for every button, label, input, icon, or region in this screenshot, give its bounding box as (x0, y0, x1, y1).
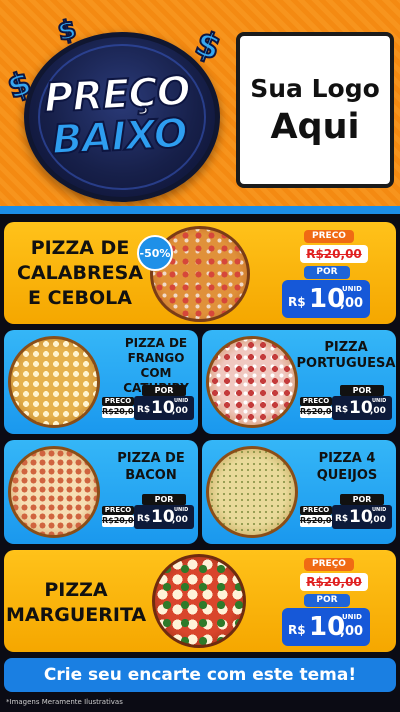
currency-label: R$ (335, 514, 349, 524)
old-price: R$20,00 (300, 515, 338, 527)
price-cents: ,00 (172, 406, 188, 416)
price-box: R$ 10 ,00 UNID (282, 608, 370, 646)
old-price: R$20,00 (300, 245, 368, 263)
title-line: PIZZA 4 (318, 451, 376, 466)
title-line: PIZZA DE (117, 451, 185, 466)
logo-placeholder[interactable]: Sua Logo Aqui (236, 32, 394, 188)
preco-label: PRECO (102, 506, 134, 515)
currency-label: R$ (137, 514, 151, 524)
preco-label: PRECO (300, 506, 332, 515)
product-title-calabresa: PIZZA DE CALABRESA E CEBOLA (10, 236, 150, 311)
unit-label: UNID (372, 507, 387, 513)
dollar-sign-icon: $ (2, 62, 37, 107)
unit-label: UNID (174, 398, 189, 404)
preco-label: PREÇO (304, 558, 354, 571)
old-price: R$20,00 (102, 406, 140, 418)
unit-label: UNID (342, 613, 362, 621)
por-label: POR (340, 385, 384, 396)
title-line: MARGUERITA (6, 604, 147, 626)
title-line: QUEIJOS (316, 468, 378, 483)
header-divider (0, 206, 400, 214)
price-box: R$ 10 ,00 UNID (134, 396, 194, 420)
title-line: BACON (125, 468, 177, 483)
preco-baixo-badge: $ $ $ PREÇO BAIXO (2, 13, 230, 204)
title-line: E CEBOLA (28, 287, 132, 309)
pizza-frango-image (8, 336, 100, 428)
header: $ $ $ PREÇO BAIXO Sua Logo Aqui (0, 0, 400, 212)
por-label: POR (142, 385, 186, 396)
logo-line-1: Sua Logo (250, 74, 380, 103)
cta-banner[interactable]: Crie seu encarte com este tema! (4, 658, 396, 692)
product-title-portuguesa: PIZZA PORTUGUESA (296, 340, 396, 372)
old-price: R$20,00 (300, 406, 338, 418)
title-line: PIZZA (324, 340, 368, 355)
price-box: R$ 10 ,00 UNID (332, 505, 392, 529)
old-price: R$20,00 (102, 515, 140, 527)
preco-label: PRECO (102, 397, 134, 406)
pizza-portuguesa-image (206, 336, 298, 428)
pizza-marguerita-image (152, 554, 246, 648)
discount-badge: -50% (137, 235, 173, 271)
price-box: R$ 10 ,00 UNID (282, 280, 370, 318)
title-line: PIZZA (44, 579, 108, 601)
price-cents: ,00 (370, 406, 386, 416)
title-line: PIZZA DE (124, 336, 188, 350)
title-line: PORTUGUESA (296, 356, 396, 371)
por-label: POR (304, 594, 350, 607)
product-title-marguerita: PIZZA MARGUERITA (6, 578, 146, 628)
currency-label: R$ (335, 405, 349, 415)
preco-label: PRECO (304, 230, 354, 243)
dollar-sign-icon: $ (189, 22, 227, 70)
currency-label: R$ (137, 405, 151, 415)
title-line: FRANGO COM (127, 351, 185, 380)
price-cents: ,00 (172, 515, 188, 525)
currency-label: R$ (288, 295, 306, 309)
title-line: CALABRESA (17, 262, 143, 284)
preco-label: PRECO (300, 397, 332, 406)
footnote: *Imagens Meramente Ilustrativas (6, 698, 123, 706)
old-price: R$20,00 (300, 573, 368, 591)
badge-line-baixo: BAIXO (50, 110, 189, 165)
unit-label: UNID (174, 507, 189, 513)
unit-label: UNID (372, 398, 387, 404)
unit-label: UNID (342, 285, 362, 293)
price-cents: ,00 (340, 296, 364, 311)
price-box: R$ 10 ,00 UNID (134, 505, 194, 529)
por-label: POR (142, 494, 186, 505)
price-cents: ,00 (340, 624, 364, 639)
pizza-bacon-image (8, 446, 100, 538)
product-title-bacon: PIZZA DE BACON (104, 450, 198, 484)
currency-label: R$ (288, 623, 306, 637)
price-box: R$ 10 ,00 UNID (332, 396, 392, 420)
price-cents: ,00 (370, 515, 386, 525)
product-title-queijos: PIZZA 4 QUEIJOS (304, 450, 390, 484)
por-label: POR (304, 266, 350, 279)
logo-line-2: Aqui (270, 107, 360, 147)
por-label: POR (340, 494, 384, 505)
title-line: PIZZA DE (30, 237, 130, 259)
dollar-sign-icon: $ (54, 13, 80, 48)
pizza-queijos-image (206, 446, 298, 538)
